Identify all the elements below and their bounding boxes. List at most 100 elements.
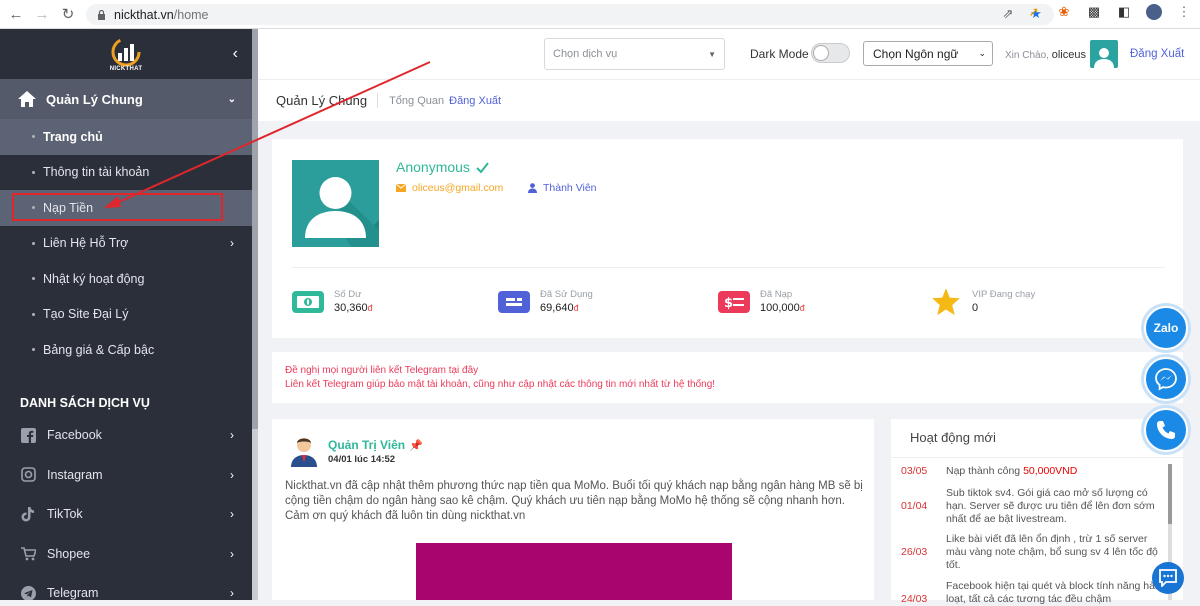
- lock-icon: [96, 9, 106, 20]
- sidebar-item-lien-he[interactable]: Liên Hệ Hỗ Trợ ›: [0, 226, 252, 262]
- zalo-button[interactable]: Zalo: [1144, 306, 1188, 350]
- activity-row: 03/05 Nạp thành công 50,000VND: [901, 465, 1169, 478]
- sidebar-group-label: Quản Lý Chung: [46, 91, 143, 107]
- phone-icon: [1157, 421, 1175, 439]
- verified-check-icon: [476, 161, 489, 173]
- announcement-post: Quản Trị Viên 📌 04/01 lúc 14:52 Nickthat…: [272, 419, 874, 600]
- service-instagram[interactable]: Instagram ›: [0, 455, 252, 495]
- site-logo[interactable]: NICKTHAT: [104, 31, 148, 77]
- profile-avatar-icon[interactable]: [1146, 4, 1162, 20]
- zalo-label: Zalo: [1153, 321, 1179, 335]
- stat-label: VIP Đang chạy: [972, 289, 1036, 300]
- sidebar-item-tao-site[interactable]: Tạo Site Đại Lý: [0, 297, 252, 333]
- service-tiktok[interactable]: TikTok ›: [0, 495, 252, 535]
- back-icon[interactable]: ←: [6, 4, 26, 24]
- activity-row: 01/04 Sub tiktok sv4. Gói giá cao mở số …: [901, 487, 1169, 526]
- sidebar-collapse-icon[interactable]: ‹: [233, 45, 238, 63]
- language-select[interactable]: Chọn Ngôn ngữ ⌄: [863, 41, 993, 66]
- url-host: nickthat.vn: [114, 7, 174, 22]
- service-telegram[interactable]: Telegram ›: [0, 574, 252, 600]
- service-label: Telegram: [47, 586, 99, 600]
- stat-vip: VIP Đang chạy 0: [930, 287, 1036, 315]
- messenger-button[interactable]: [1144, 357, 1188, 401]
- sidebar-item-label: Tạo Site Đại Lý: [43, 307, 129, 322]
- activity-text: Facebook hiện tại quét và block tính năn…: [946, 580, 1167, 605]
- service-label: Facebook: [47, 428, 102, 443]
- sidebar-item-bang-gia[interactable]: Bảng giá & Cấp bậc: [0, 332, 252, 368]
- sidebar-item-label: Bảng giá & Cấp bậc: [43, 342, 155, 357]
- scrollbar-thumb[interactable]: [1168, 464, 1172, 524]
- breadcrumb: Quản Lý Chung Tổng Quan Đăng Xuất: [258, 80, 1200, 121]
- reload-icon[interactable]: ↻: [58, 4, 78, 24]
- activity-date: 24/03: [901, 593, 928, 605]
- browser-menu-icon[interactable]: ⋮: [1176, 4, 1192, 20]
- logout-link[interactable]: Đăng Xuất: [1130, 48, 1184, 60]
- sidebar-item-nhat-ky[interactable]: Nhật ký hoạt động: [0, 261, 252, 297]
- breadcrumb-overview[interactable]: Tổng Quan: [389, 95, 444, 107]
- share-icon[interactable]: ⇗: [1000, 6, 1016, 22]
- sidepanel-icon[interactable]: ◧: [1116, 4, 1132, 20]
- messenger-icon: [1155, 368, 1177, 391]
- pin-icon: 📌: [409, 439, 423, 452]
- service-shopee[interactable]: Shopee ›: [0, 534, 252, 574]
- stat-label: Số Dư: [334, 289, 362, 300]
- sidebar: NICKTHAT ‹ Quản Lý Chung ⌄ Trang chủ Thô…: [0, 29, 252, 600]
- activity-text-body: Nạp thành công: [946, 465, 1024, 477]
- service-select[interactable]: Chọn dịch vụ ▼: [544, 38, 725, 70]
- chat-widget-button[interactable]: [1152, 562, 1184, 594]
- page-title: Quản Lý Chung: [276, 93, 379, 108]
- activity-text: Like bài viết đã lên ổn định , trừ 1 số …: [946, 533, 1158, 571]
- stat-value-number: 100,000: [760, 302, 800, 314]
- phone-button[interactable]: [1144, 408, 1188, 452]
- activity-title: Hoạt động mới: [910, 430, 996, 445]
- logo-text: NICKTHAT: [109, 66, 143, 72]
- forward-icon[interactable]: →: [32, 4, 52, 24]
- chevron-right-icon: ›: [230, 586, 234, 600]
- services-section-title: DANH SÁCH DỊCH VỤ: [20, 395, 150, 410]
- telegram-icon: [20, 585, 36, 600]
- activity-text: Sub tiktok sv4. Gói giá cao mở số lượng …: [946, 487, 1155, 525]
- profile-role-text: Thành Viên: [543, 182, 597, 194]
- extension-cookie-icon[interactable]: ❀: [1056, 4, 1072, 20]
- sidebar-group-quan-ly-chung[interactable]: Quản Lý Chung ⌄: [0, 79, 252, 119]
- activity-money: 50,000VND: [1023, 465, 1078, 477]
- sidebar-item-label: Trang chủ: [43, 129, 103, 144]
- bullet-icon: [32, 277, 35, 281]
- chevron-down-icon: ⌄: [978, 48, 986, 58]
- post-image: [416, 543, 732, 600]
- dark-mode-toggle[interactable]: [811, 43, 850, 63]
- notice-line-1[interactable]: Đề nghị mọi người liên kết Telegram tại …: [285, 364, 1170, 378]
- address-bar[interactable]: nickthat.vn /home: [86, 4, 1054, 25]
- stat-currency: đ: [573, 303, 579, 313]
- chevron-right-icon: ›: [230, 467, 234, 482]
- bullet-icon: [32, 348, 35, 352]
- profile-name: Anonymous: [396, 159, 489, 175]
- stat-value: 69,640đ: [540, 302, 593, 314]
- breadcrumb-logout-link[interactable]: Đăng Xuất: [449, 95, 501, 107]
- sidebar-item-trang-chu[interactable]: Trang chủ: [0, 119, 252, 155]
- stat-balance: Số Dư 30,360đ: [292, 289, 373, 314]
- sidebar-item-thong-tin[interactable]: Thông tin tài khoản: [0, 155, 252, 191]
- extensions-puzzle-icon[interactable]: ▩: [1086, 4, 1102, 20]
- sidebar-item-label: Liên Hệ Hỗ Trợ: [43, 236, 129, 251]
- user-avatar[interactable]: [1090, 40, 1118, 68]
- post-author: Quản Trị Viên 📌: [328, 438, 423, 452]
- post-author-text: Quản Trị Viên: [328, 438, 406, 452]
- chat-bubble-icon: [1159, 569, 1177, 587]
- greeting: Xin Chào, oliceus: [1005, 49, 1086, 61]
- extension-arrow-icon[interactable]: ➚: [1026, 4, 1042, 20]
- telegram-notice: Đề nghị mọi người liên kết Telegram tại …: [272, 352, 1183, 403]
- home-icon: [18, 91, 36, 107]
- service-facebook[interactable]: Facebook ›: [0, 416, 252, 456]
- svg-text:$: $: [724, 296, 733, 310]
- dark-mode-label: Dark Mode: [750, 47, 809, 61]
- activity-row: 26/03 Like bài viết đã lên ổn định , trừ…: [901, 533, 1169, 572]
- sidebar-item-label: Nhật ký hoạt động: [43, 271, 145, 286]
- stat-value-number: 0: [972, 302, 979, 314]
- sidebar-item-label: Thông tin tài khoản: [43, 165, 150, 180]
- money-icon: [292, 290, 324, 313]
- admin-avatar: [289, 435, 319, 467]
- post-body: Nickthat.vn đã cập nhật thêm phương thức…: [285, 480, 863, 522]
- chevron-right-icon: ›: [230, 236, 234, 251]
- chevron-right-icon: ›: [230, 428, 234, 443]
